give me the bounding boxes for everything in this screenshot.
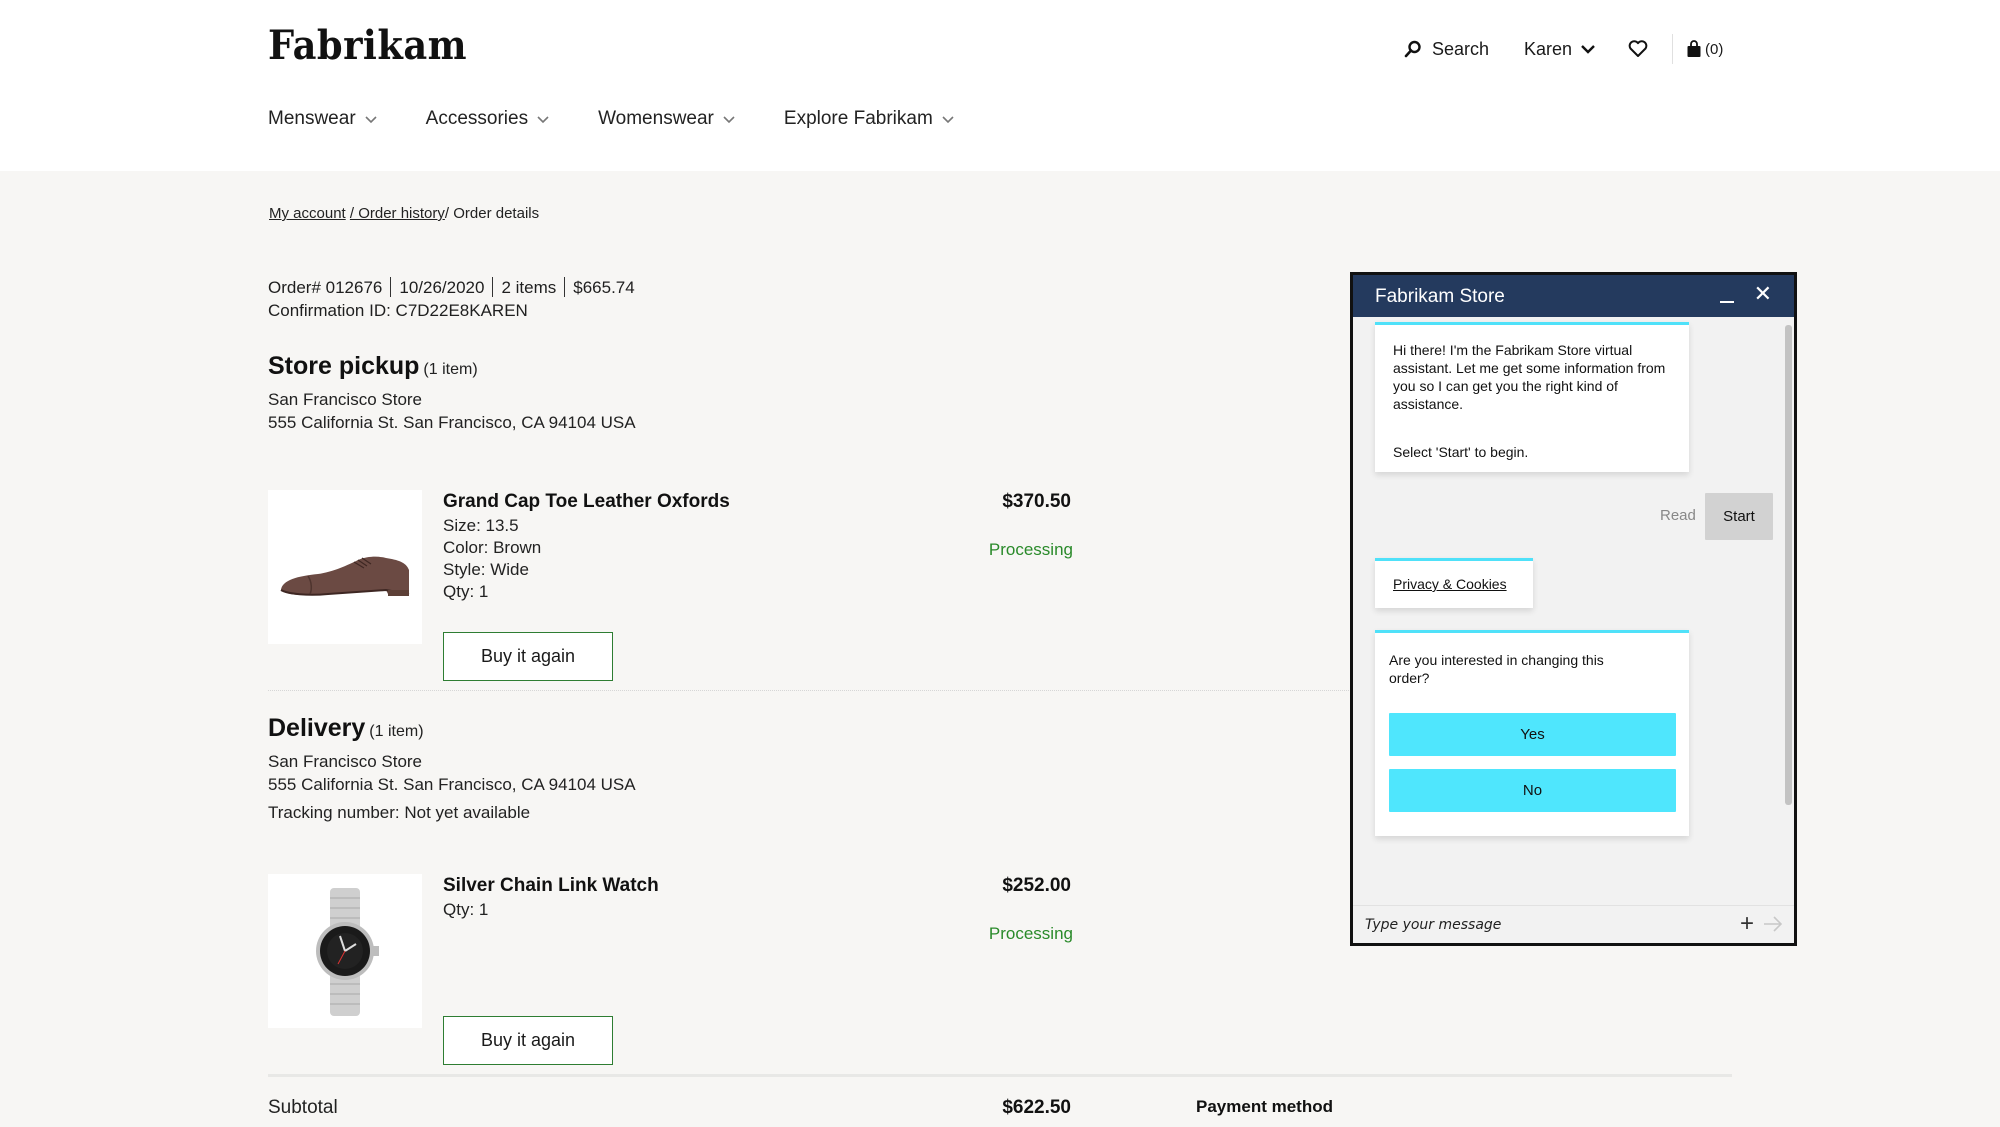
search-icon — [1404, 40, 1422, 58]
chat-scrollbar[interactable] — [1785, 325, 1792, 805]
item-name[interactable]: Silver Chain Link Watch — [443, 875, 659, 897]
item-attributes: Size: 13.5 Color: Brown Style: Wide Qty:… — [443, 515, 541, 603]
cart-button[interactable]: (0) — [1686, 36, 1723, 62]
bot-message-question: Are you interested in changing this orde… — [1375, 630, 1689, 836]
product-image-oxfords[interactable] — [268, 490, 422, 644]
message-input[interactable] — [1365, 912, 1705, 938]
chevron-down-icon — [537, 116, 549, 124]
instruction-text: Select 'Start' to begin. — [1393, 444, 1529, 460]
item-status: Processing — [988, 924, 1073, 943]
header-divider — [1672, 34, 1673, 64]
item-status: Processing — [988, 540, 1073, 559]
user-name: Karen — [1524, 38, 1573, 59]
delivery-address: San Francisco Store 555 California St. S… — [268, 750, 636, 824]
main-nav: Menswear Accessories Womenswear Explore … — [268, 108, 1003, 130]
item-name[interactable]: Grand Cap Toe Leather Oxfords — [443, 491, 730, 513]
nav-explore-fabrikam[interactable]: Explore Fabrikam — [784, 108, 955, 130]
minimize-icon[interactable] — [1718, 285, 1736, 307]
chevron-down-icon — [1580, 43, 1596, 55]
item-style: Style: Wide — [443, 560, 529, 579]
section-item-count: (1 item) — [369, 723, 424, 740]
item-color: Color: Brown — [443, 538, 542, 557]
order-number: Order# 012676 — [268, 278, 383, 297]
delivery-heading: Delivery (1 item) — [268, 714, 424, 743]
chat-title: Fabrikam Store — [1375, 286, 1505, 307]
privacy-cookies-link[interactable]: Privacy & Cookies — [1393, 576, 1507, 592]
watch-icon — [316, 888, 379, 1016]
nav-label: Womenswear — [598, 108, 714, 129]
heart-icon — [1628, 40, 1648, 58]
separator — [492, 277, 494, 297]
pickup-address: San Francisco Store 555 California St. S… — [268, 388, 636, 434]
start-button[interactable]: Start — [1705, 493, 1773, 540]
order-total: $665.74 — [573, 278, 635, 297]
wishlist-button[interactable] — [1628, 36, 1648, 62]
product-image-watch[interactable] — [268, 874, 422, 1028]
store-address: 555 California St. San Francisco, CA 941… — [268, 775, 636, 794]
store-name: San Francisco Store — [268, 390, 423, 409]
chat-widget: Fabrikam Store ✕ Hi there! I'm the Fabri… — [1350, 272, 1797, 946]
breadcrumb-my-account[interactable]: My account — [269, 205, 346, 222]
chevron-down-icon — [365, 116, 377, 124]
store-pickup-heading: Store pickup (1 item) — [268, 352, 478, 381]
chevron-down-icon — [942, 116, 954, 124]
summary-divider — [268, 1074, 1732, 1077]
search-label: Search — [1432, 38, 1490, 59]
greeting-text: Hi there! I'm the Fabrikam Store virtual… — [1393, 342, 1666, 412]
item-size: Size: 13.5 — [443, 516, 519, 535]
nav-menswear[interactable]: Menswear — [268, 108, 378, 130]
chevron-down-icon — [723, 116, 735, 124]
breadcrumb-order-history[interactable]: / Order history — [350, 205, 445, 222]
buy-it-again-button[interactable]: Buy it again — [443, 1016, 613, 1065]
chat-header: Fabrikam Store ✕ — [1353, 275, 1794, 317]
section-title-text: Delivery — [268, 714, 366, 742]
nav-womenswear[interactable]: Womenswear — [598, 108, 736, 130]
shopping-bag-icon — [1686, 40, 1702, 58]
yes-button[interactable]: Yes — [1389, 713, 1676, 756]
close-icon[interactable]: ✕ — [1754, 281, 1772, 307]
section-title-text: Store pickup — [268, 352, 420, 380]
item-qty: Qty: 1 — [443, 582, 489, 601]
chat-input-bar: + — [1353, 905, 1794, 943]
fabrikam-logo[interactable]: Fabrikam — [268, 22, 467, 69]
send-arrow-icon[interactable] — [1762, 914, 1784, 934]
separator — [564, 277, 566, 297]
nav-accessories[interactable]: Accessories — [426, 108, 550, 130]
payment-method-heading: Payment method — [1196, 1097, 1333, 1116]
item-price: $252.00 — [1002, 875, 1071, 896]
search-button[interactable]: Search — [1404, 36, 1489, 62]
item-price: $370.50 — [1002, 491, 1071, 512]
separator — [390, 277, 392, 297]
no-button[interactable]: No — [1389, 769, 1676, 812]
section-item-count: (1 item) — [423, 361, 478, 378]
nav-label: Accessories — [425, 108, 529, 129]
store-address: 555 California St. San Francisco, CA 941… — [268, 413, 636, 432]
order-date: 10/26/2020 — [399, 278, 485, 297]
tracking-number: Tracking number: Not yet available — [268, 803, 531, 822]
order-item-count: 2 items — [501, 278, 557, 297]
oxford-shoe-icon — [280, 556, 410, 596]
nav-label: Explore Fabrikam — [783, 108, 933, 129]
site-header: Fabrikam Search Karen (0) Menswear Acces… — [0, 0, 2000, 171]
item-qty: Qty: 1 — [443, 900, 489, 919]
section-divider — [268, 690, 1353, 691]
cart-count: (0) — [1705, 40, 1724, 58]
subtotal-label: Subtotal — [268, 1097, 338, 1118]
user-menu[interactable]: Karen — [1524, 36, 1596, 62]
breadcrumb: My account / Order history/ Order detail… — [269, 205, 539, 222]
nav-label: Menswear — [268, 108, 356, 129]
read-receipt: Read — [1660, 507, 1696, 524]
order-summary: Order# 012676 10/26/2020 2 items $665.74 Co… — [268, 276, 635, 322]
confirmation-id: Confirmation ID: C7D22E8KAREN — [268, 301, 528, 320]
bot-message-privacy: Privacy & Cookies — [1375, 558, 1533, 608]
breadcrumb-current: / Order details — [444, 205, 540, 222]
store-name: San Francisco Store — [268, 752, 423, 771]
question-text: Are you interested in changing this orde… — [1389, 652, 1604, 686]
attach-plus-icon[interactable]: + — [1740, 911, 1754, 937]
buy-it-again-button[interactable]: Buy it again — [443, 632, 613, 681]
bot-message-greeting: Hi there! I'm the Fabrikam Store virtual… — [1375, 322, 1689, 472]
subtotal-value: $622.50 — [1002, 1097, 1071, 1118]
item-attributes: Qty: 1 — [443, 899, 488, 921]
